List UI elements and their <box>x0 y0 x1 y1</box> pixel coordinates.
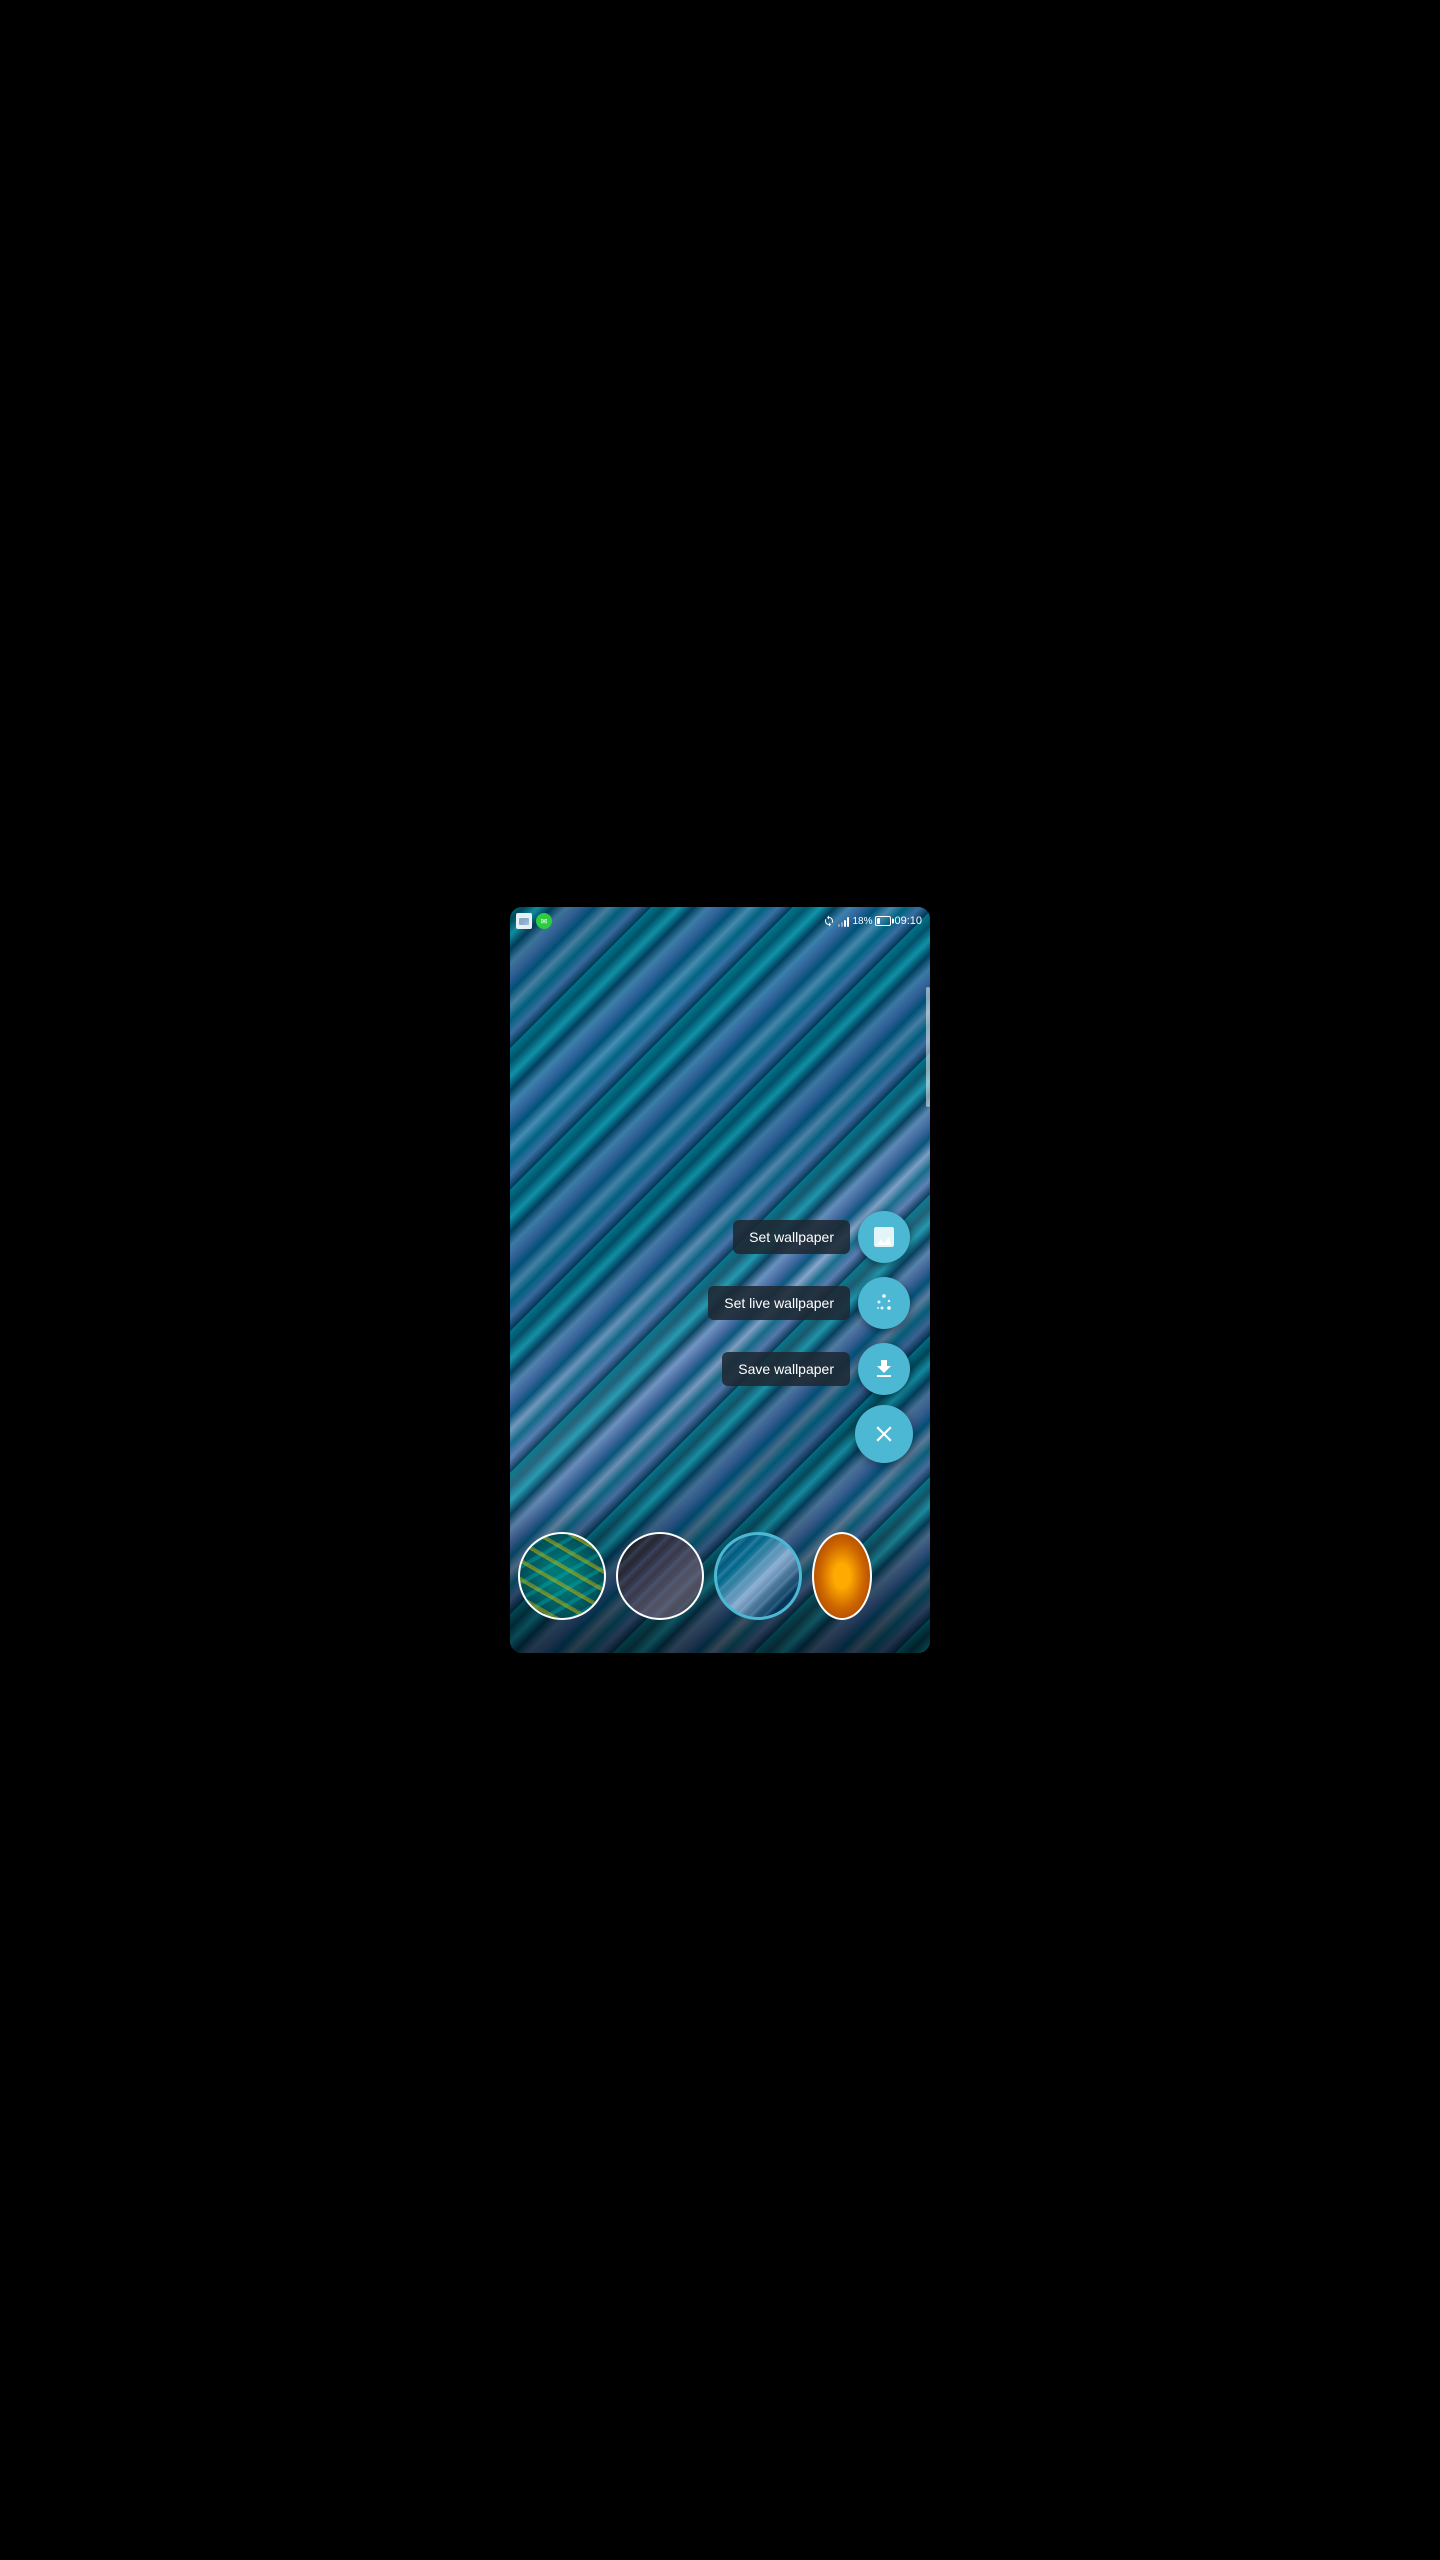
save-wallpaper-row: Save wallpaper <box>722 1343 910 1395</box>
battery-icon-container <box>875 916 891 926</box>
download-icon <box>872 1357 896 1381</box>
save-wallpaper-button[interactable] <box>858 1343 910 1395</box>
close-icon <box>871 1421 897 1447</box>
set-wallpaper-label[interactable]: Set wallpaper <box>733 1220 850 1254</box>
wallpaper-thumb-1[interactable] <box>518 1532 606 1620</box>
battery-percent: 18% <box>852 916 872 927</box>
scrollbar[interactable] <box>926 987 930 1107</box>
message-notification-icon <box>536 913 552 929</box>
fab-menu: Set wallpaper Set live wallpaper <box>708 1211 910 1463</box>
wallpaper-thumb-4[interactable] <box>812 1532 872 1620</box>
set-live-wallpaper-row: Set live wallpaper <box>708 1277 910 1329</box>
set-wallpaper-button[interactable] <box>858 1211 910 1263</box>
gallery-notification-icon <box>516 913 532 929</box>
battery-icon <box>875 916 891 926</box>
set-live-wallpaper-label[interactable]: Set live wallpaper <box>708 1286 850 1320</box>
sparkles-icon <box>872 1291 896 1315</box>
mountains-icon <box>872 1225 896 1249</box>
set-live-wallpaper-button[interactable] <box>858 1277 910 1329</box>
status-bar: 18% 09:10 <box>510 907 930 935</box>
sync-icon <box>823 915 835 927</box>
battery-fill <box>877 918 879 924</box>
signal-icon <box>838 915 849 927</box>
wallpaper-thumb-3[interactable] <box>714 1532 802 1620</box>
time-display: 09:10 <box>894 915 922 927</box>
status-left-icons <box>516 913 552 929</box>
status-right-icons: 18% 09:10 <box>823 915 922 927</box>
fab-close-row <box>855 1405 910 1463</box>
set-wallpaper-row: Set wallpaper <box>733 1211 910 1263</box>
thumbnails-bar <box>510 1498 930 1653</box>
close-fab-button[interactable] <box>855 1405 913 1463</box>
wallpaper-thumb-2[interactable] <box>616 1532 704 1620</box>
save-wallpaper-label[interactable]: Save wallpaper <box>722 1352 850 1386</box>
phone-screen: 18% 09:10 Set wallpaper Set live wal <box>510 907 930 1653</box>
